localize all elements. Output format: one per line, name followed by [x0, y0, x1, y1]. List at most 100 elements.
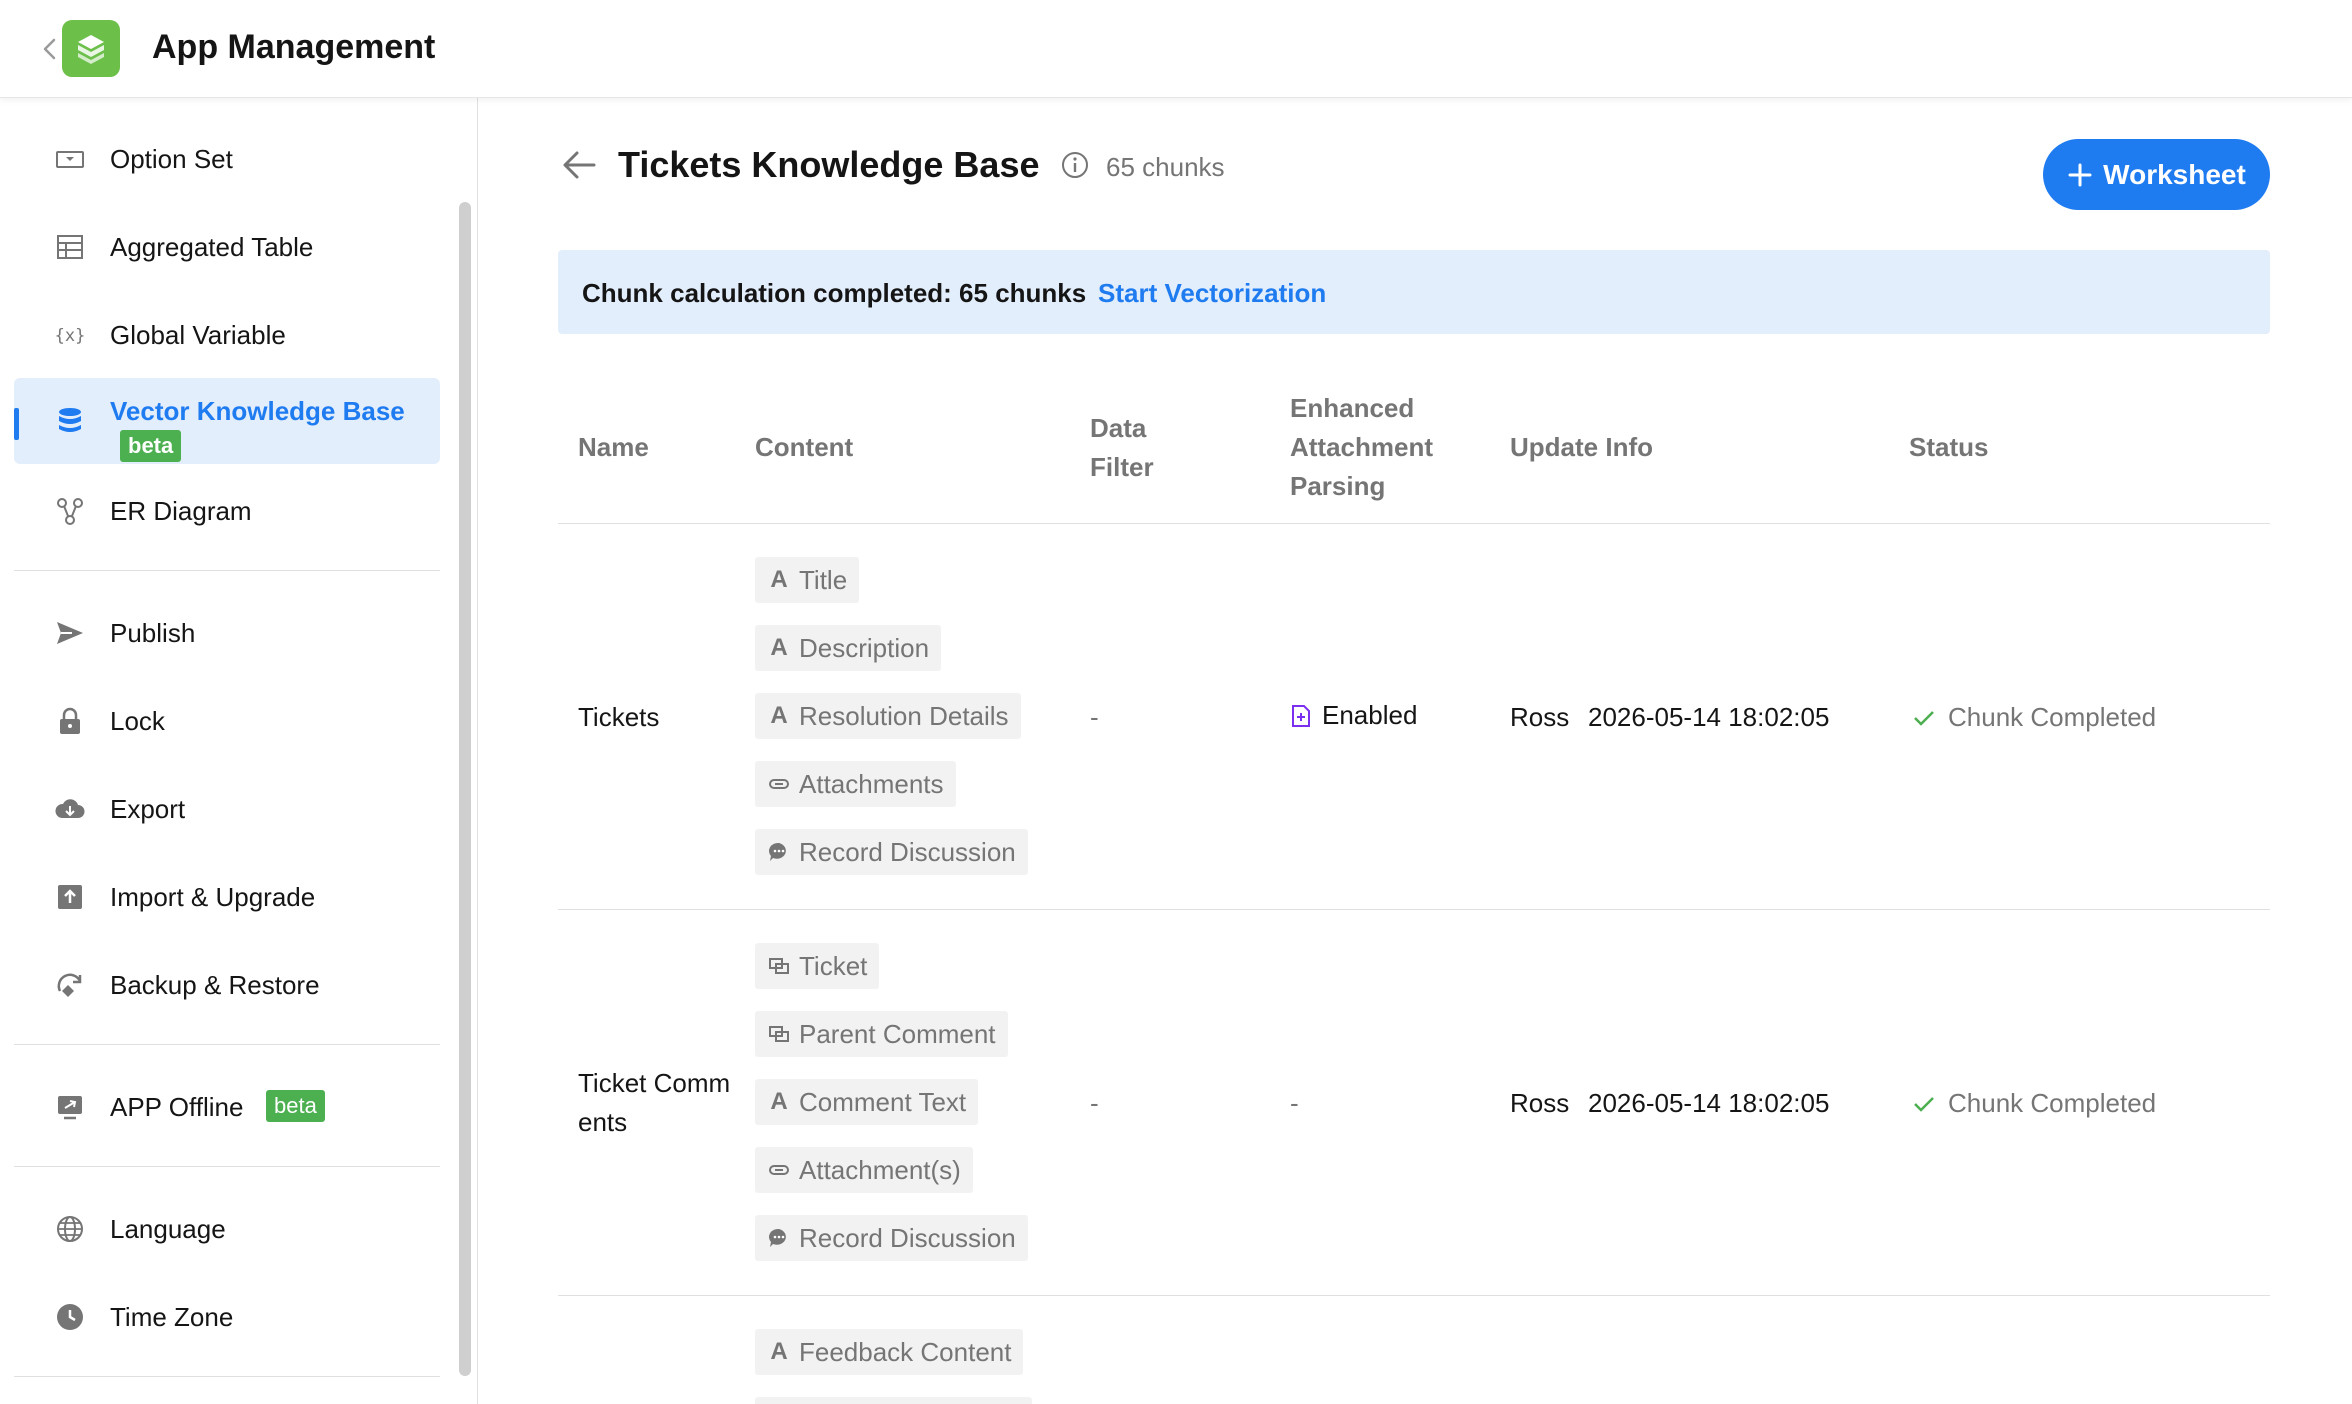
sidebar-item-label: Aggregated Table	[110, 232, 314, 262]
content-field-chip: Attachment(s)	[755, 1147, 973, 1193]
svg-text:{x}: {x}	[55, 326, 86, 346]
sidebar-item-export[interactable]: Export	[14, 766, 440, 852]
sidebar-item-label: APP Offline	[110, 1092, 244, 1122]
sidebar-item-language[interactable]: Language	[14, 1186, 440, 1272]
add-worksheet-button[interactable]: Worksheet	[2043, 139, 2270, 210]
sidebar-item-time-zone[interactable]: Time Zone	[14, 1274, 440, 1360]
attachment-icon	[767, 1158, 791, 1182]
back-arrow-icon[interactable]	[560, 148, 598, 182]
content-field-chip: A Comment Text	[755, 1079, 979, 1125]
info-icon[interactable]	[1060, 150, 1090, 180]
status-label: Chunk Completed	[1948, 1088, 2157, 1118]
sidebar-item-label: Vector Knowledge Base	[110, 396, 405, 426]
plus-icon	[2068, 163, 2092, 186]
sidebar-item-label: Lock	[110, 706, 165, 736]
sidebar: Option Set Aggregated Table {x} Global V…	[0, 98, 478, 1404]
content-field-chip: Ticket	[755, 943, 880, 989]
sidebar-item-label: Publish	[110, 618, 196, 648]
import-icon	[58, 885, 82, 909]
sidebar-item-label: Global Variable	[110, 320, 286, 350]
column-header-content: Content	[755, 432, 854, 462]
sidebar-item-label: Export	[110, 794, 186, 824]
text-field-icon: A	[770, 1088, 788, 1115]
row-divider	[558, 1295, 2270, 1296]
beta-badge: beta	[120, 430, 182, 462]
chevron-left-icon[interactable]	[38, 34, 62, 64]
content-field-chip: Attachments	[755, 761, 956, 807]
column-header-name: Name	[578, 432, 649, 462]
sidebar-scrollbar[interactable]	[459, 202, 471, 1376]
text-field-icon: A	[770, 566, 788, 593]
row-name: Ticket Comm ents	[578, 1068, 731, 1137]
chunk-count: 65 chunks	[1106, 152, 1225, 182]
start-vectorization-link[interactable]: Start Vectorization	[1098, 278, 1326, 309]
data-filter-value: -	[1090, 1088, 1099, 1118]
content-field-chip: Record Discussion	[755, 829, 1028, 875]
sidebar-item-label: Backup & Restore	[110, 970, 320, 1000]
update-user: Ross	[1510, 702, 1570, 732]
lock-icon	[60, 707, 80, 734]
row-divider	[558, 909, 2270, 910]
sidebar-item-label: Time Zone	[110, 1302, 234, 1332]
offline-icon	[58, 1096, 82, 1120]
update-user: Ross	[1510, 1088, 1570, 1118]
status-badge: Chunk Completed	[1912, 1088, 2156, 1119]
check-icon	[1914, 1096, 1934, 1112]
aggregated-table-icon	[57, 235, 83, 259]
page-title: Tickets Knowledge Base	[618, 144, 1040, 185]
globe-icon	[57, 1216, 83, 1242]
sidebar-item-er-diagram[interactable]: ER Diagram	[14, 468, 440, 554]
global-variable-icon: {x}	[55, 326, 86, 346]
attachment-parsing-status: Enabled	[1290, 700, 1417, 731]
sidebar-item-lock[interactable]: Lock	[14, 678, 440, 764]
content-field-chip: Parent Comment	[755, 1011, 1008, 1057]
sidebar-item-publish[interactable]: Publish	[14, 590, 440, 676]
data-filter-value: -	[1090, 702, 1099, 732]
app-cube-icon	[78, 34, 104, 64]
column-header-attachment-parsing: Enhanced Attachment Parsing	[1290, 393, 1434, 501]
column-header-data-filter: Data Filter	[1090, 413, 1154, 482]
content-field-chip: A Feedback Content	[755, 1329, 1024, 1375]
content-field-chip: A Title	[755, 557, 860, 603]
sidebar-divider	[14, 1044, 440, 1045]
sidebar-item-app-offline[interactable]: APP Offline beta	[14, 1064, 440, 1150]
sidebar-item-import-upgrade[interactable]: Import & Upgrade	[14, 854, 440, 940]
content-field-chip	[755, 1397, 1032, 1404]
row-name: Tickets	[578, 702, 660, 732]
sidebar-item-vector-knowledge-base[interactable]: Vector Knowledge Base beta	[14, 378, 440, 464]
content-field-chip: A Resolution Details	[755, 693, 1021, 739]
status-badge: Chunk Completed	[1912, 702, 2156, 733]
add-worksheet-label: Worksheet	[2103, 158, 2246, 190]
sidebar-item-global-variable[interactable]: {x} Global Variable	[14, 292, 440, 378]
status-banner: Chunk calculation completed: 65 chunks S…	[558, 250, 2270, 334]
sidebar-item-aggregated-table[interactable]: Aggregated Table	[14, 204, 440, 290]
app-logo	[62, 20, 120, 77]
sidebar-item-label: ER Diagram	[110, 496, 252, 526]
check-icon	[1914, 710, 1934, 726]
status-label: Chunk Completed	[1948, 702, 2157, 732]
clock-icon	[57, 1304, 83, 1330]
sidebar-divider	[14, 1166, 440, 1167]
sidebar-item-backup-restore[interactable]: Backup & Restore	[14, 942, 440, 1028]
attachment-parsing-label: Enabled	[1322, 700, 1418, 730]
update-time: 2026-05-14 18:02:05	[1588, 702, 1830, 732]
sidebar-item-label: Language	[110, 1214, 226, 1244]
relation-icon	[767, 954, 791, 978]
sidebar-item-option-set[interactable]: Option Set	[14, 116, 440, 202]
attachment-parsing-value: -	[1290, 1088, 1299, 1118]
text-field-icon: A	[770, 1338, 788, 1365]
send-icon	[57, 622, 83, 644]
app-title: App Management	[152, 28, 436, 66]
relation-icon	[767, 1022, 791, 1046]
column-header-update-info: Update Info	[1510, 432, 1653, 462]
er-diagram-icon	[57, 498, 83, 525]
update-time: 2026-05-14 18:02:05	[1588, 1088, 1830, 1118]
discussion-icon	[767, 1226, 791, 1250]
top-bar: App Management	[0, 0, 2352, 98]
main-content: Tickets Knowledge Base 65 chunks Workshe…	[478, 98, 2352, 1404]
beta-badge: beta	[266, 1090, 325, 1122]
database-icon	[59, 408, 81, 432]
discussion-icon	[767, 840, 791, 864]
option-set-icon	[56, 151, 84, 168]
cloud-download-icon	[55, 799, 85, 818]
